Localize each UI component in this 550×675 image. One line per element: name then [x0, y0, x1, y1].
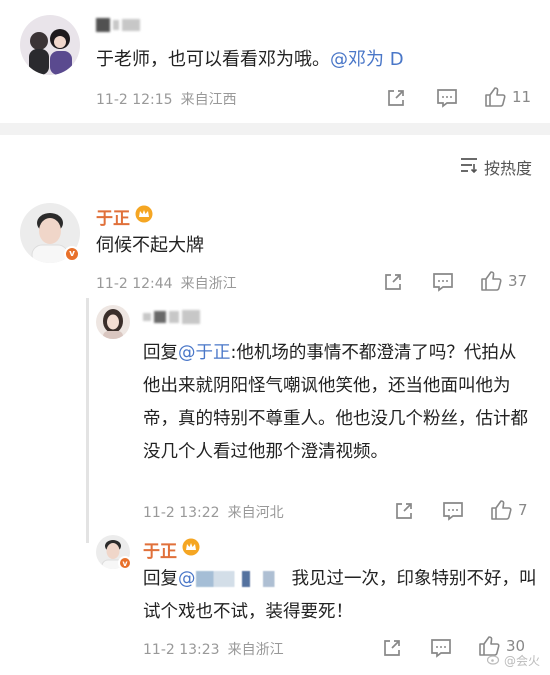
share-button[interactable]	[383, 272, 403, 292]
avatar[interactable]	[96, 305, 130, 339]
like-icon	[484, 86, 506, 108]
thread-line	[86, 298, 89, 543]
reply-text: 回复@于正:他机场的事情不都澄清了吗？代拍从他出来就阴阳怪气嘲讽他笑他，还当他面…	[143, 343, 528, 462]
redacted-mention	[195, 571, 292, 587]
username[interactable]: 于正	[143, 537, 201, 562]
like-count: 11	[512, 88, 532, 106]
share-icon	[394, 501, 414, 521]
comment-meta: 11-2 12:44 来自浙江	[96, 273, 237, 293]
like-count: 37	[508, 272, 528, 290]
username[interactable]: 于正	[96, 204, 154, 229]
mention-link[interactable]: @	[178, 569, 292, 589]
sort-label: 按热度	[483, 159, 532, 178]
avatar[interactable]	[20, 15, 80, 75]
like-count: 7	[518, 501, 528, 519]
comment-date: 11-2 12:44	[96, 276, 173, 292]
comment-icon	[432, 272, 454, 292]
like-button[interactable]: 7	[490, 499, 528, 521]
verified-badge: v	[118, 556, 132, 570]
comment-date: 11-2 13:22	[143, 505, 220, 521]
username-redacted[interactable]	[143, 310, 200, 324]
comment-meta: 11-2 13:22 来自河北	[143, 502, 284, 522]
username-redacted[interactable]	[96, 18, 140, 32]
comment-icon	[442, 501, 464, 521]
share-button[interactable]	[394, 501, 414, 521]
comment-location: 来自浙江	[180, 276, 237, 292]
comment-icon	[430, 638, 452, 658]
like-icon	[490, 499, 512, 521]
comment-button[interactable]	[432, 272, 454, 292]
like-button[interactable]: 37	[480, 270, 527, 292]
sort-icon	[460, 157, 478, 177]
comment-location: 来自河北	[227, 505, 284, 521]
comment-button[interactable]	[442, 501, 464, 521]
comment-meta: 11-2 13:23 来自浙江	[143, 639, 284, 659]
share-icon	[382, 638, 402, 658]
share-icon	[383, 272, 403, 292]
mention-link[interactable]: @于正	[178, 343, 231, 363]
vip-crown-icon	[181, 538, 201, 561]
comment-text: 于老师，也可以看看邓为哦。@邓为 D	[96, 49, 404, 70]
comment-button[interactable]	[436, 88, 458, 108]
comment-meta: 11-2 12:15 来自江西	[96, 89, 237, 109]
reply-text: 回复@ 我见过一次，印象特别不好，叫试个戏也不试，装得要死！	[143, 569, 537, 622]
weibo-logo-icon	[486, 653, 501, 668]
like-button[interactable]: 11	[484, 86, 531, 108]
share-icon	[386, 88, 406, 108]
mention-link[interactable]: @邓为 D	[330, 49, 404, 70]
comment-icon	[436, 88, 458, 108]
sort-button[interactable]: 按热度	[460, 155, 532, 179]
comment-date: 11-2 13:23	[143, 642, 220, 658]
comment-location: 来自江西	[180, 92, 237, 108]
verified-badge: v	[64, 246, 80, 262]
comment-location: 来自浙江	[227, 642, 284, 658]
share-button[interactable]	[382, 638, 402, 658]
vip-crown-icon	[134, 205, 154, 228]
comment-text: 伺候不起大牌	[96, 235, 204, 256]
watermark: @会火	[486, 652, 540, 669]
comment-date: 11-2 12:15	[96, 92, 173, 108]
section-divider	[0, 123, 550, 135]
like-icon	[480, 270, 502, 292]
share-button[interactable]	[386, 88, 406, 108]
comment-button[interactable]	[430, 638, 452, 658]
